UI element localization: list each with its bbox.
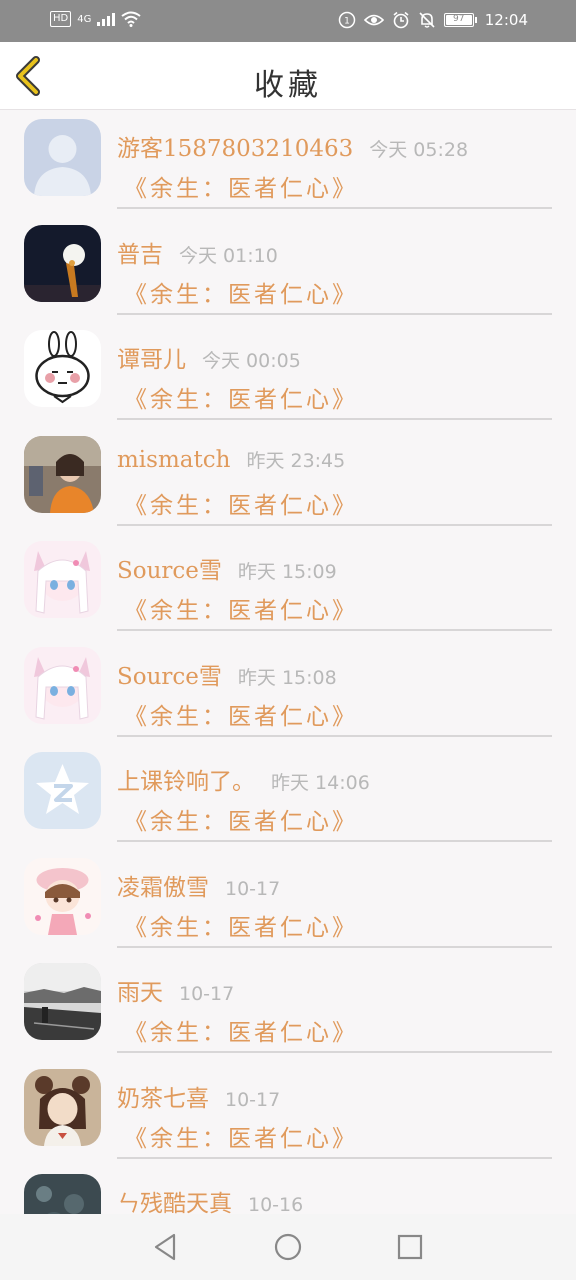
system-nav-bar bbox=[0, 1214, 576, 1280]
square-recent-icon bbox=[397, 1234, 423, 1260]
clock-time: 12:04 bbox=[484, 11, 528, 29]
nav-recent-button[interactable] bbox=[394, 1231, 426, 1263]
divider bbox=[117, 418, 552, 420]
list-item[interactable]: Source雪 昨天 15:08 《余生：医者仁心》 bbox=[0, 639, 576, 745]
timestamp: 昨天 15:09 bbox=[237, 561, 337, 583]
avatar[interactable] bbox=[24, 1068, 101, 1146]
header: 收藏 bbox=[0, 42, 576, 110]
divider bbox=[117, 1156, 552, 1159]
list-item[interactable]: 游客1587803210463 今天 05:28 《余生：医者仁心》 bbox=[0, 111, 576, 217]
status-bar: HD 4G 1 97 12:04 bbox=[0, 0, 576, 42]
nav-back-button[interactable] bbox=[150, 1231, 182, 1263]
avatar[interactable] bbox=[24, 330, 101, 407]
avatar[interactable] bbox=[24, 541, 101, 618]
battery-icon: 97 bbox=[443, 13, 477, 27]
user-name: Source雪 bbox=[117, 558, 222, 584]
timestamp: 昨天 14:06 bbox=[271, 772, 370, 794]
divider bbox=[117, 629, 552, 631]
book-title[interactable]: 《余生：医者仁心》 bbox=[124, 380, 358, 414]
timestamp: 10-17 bbox=[179, 983, 235, 1005]
list-item[interactable]: 上课铃响了。 昨天 14:06 《余生：医者仁心》 bbox=[0, 744, 576, 850]
triangle-back-icon bbox=[154, 1233, 176, 1261]
page-title: 收藏 bbox=[254, 68, 322, 103]
book-title[interactable]: 《余生：医者仁心》 bbox=[124, 1119, 358, 1153]
divider bbox=[117, 945, 552, 948]
status-right: 1 97 12:04 bbox=[338, 11, 528, 29]
book-title[interactable]: 《余生：医者仁心》 bbox=[124, 908, 358, 942]
nfc-icon: 1 bbox=[338, 11, 356, 29]
book-title[interactable]: 《余生：医者仁心》 bbox=[124, 1013, 358, 1047]
avatar[interactable] bbox=[24, 1174, 101, 1214]
circle-home-icon bbox=[274, 1233, 302, 1261]
network-type: 4G bbox=[77, 13, 92, 25]
divider bbox=[117, 1051, 552, 1053]
divider bbox=[117, 312, 552, 315]
list-item[interactable]: Source雪 昨天 15:09 《余生：医者仁心》 bbox=[0, 533, 576, 639]
battery-level: 97 bbox=[453, 14, 465, 24]
book-title[interactable]: 《余生：医者仁心》 bbox=[124, 169, 358, 203]
user-name: 普吉 bbox=[117, 241, 163, 268]
avatar[interactable] bbox=[24, 646, 101, 724]
timestamp: 昨天 23:45 bbox=[246, 449, 346, 472]
bell-off-icon bbox=[419, 12, 435, 28]
svg-text:1: 1 bbox=[344, 17, 350, 27]
avatar[interactable] bbox=[24, 119, 101, 196]
list-item[interactable]: 雨天 10-17 《余生：医者仁心》 bbox=[0, 955, 576, 1061]
book-title[interactable]: 《余生：医者仁心》 bbox=[124, 275, 358, 309]
status-left: HD 4G bbox=[50, 11, 141, 27]
timestamp: 10-17 bbox=[225, 1088, 281, 1111]
favorites-list: 游客1587803210463 今天 05:28 《余生：医者仁心》 普吉 今天… bbox=[0, 111, 576, 1214]
user-name: ㄣ残酷天真 bbox=[117, 1191, 232, 1214]
timestamp: 今天 01:10 bbox=[179, 244, 278, 267]
timestamp: 10-16 bbox=[248, 1194, 304, 1214]
book-title[interactable]: 《余生：医者仁心》 bbox=[124, 486, 358, 520]
book-title[interactable]: 《余生：医者仁心》 bbox=[124, 802, 358, 836]
wifi-icon bbox=[121, 11, 141, 27]
signal-icon bbox=[97, 12, 116, 26]
avatar[interactable] bbox=[24, 857, 101, 935]
nav-home-button[interactable] bbox=[272, 1231, 304, 1263]
avatar[interactable] bbox=[24, 963, 101, 1040]
book-title[interactable]: 《余生：医者仁心》 bbox=[124, 697, 358, 731]
avatar[interactable] bbox=[24, 435, 101, 513]
divider bbox=[117, 840, 552, 842]
list-item[interactable]: 奶茶七喜 10-17 《余生：医者仁心》 bbox=[0, 1061, 576, 1167]
avatar[interactable] bbox=[24, 224, 101, 302]
hd-badge: HD bbox=[50, 11, 72, 27]
list-item[interactable]: 普吉 今天 01:10 《余生：医者仁心》 bbox=[0, 217, 576, 323]
user-name: 上课铃响了。 bbox=[117, 769, 255, 795]
user-name: 凌霜傲雪 bbox=[117, 874, 209, 901]
book-title[interactable]: 《余生：医者仁心》 bbox=[124, 591, 358, 625]
user-name: 谭哥儿 bbox=[117, 347, 186, 373]
avatar[interactable] bbox=[24, 752, 101, 829]
user-name: 雨天 bbox=[117, 980, 163, 1006]
user-name: mismatch bbox=[117, 446, 231, 473]
divider bbox=[117, 523, 552, 526]
user-name: Source雪 bbox=[117, 663, 222, 690]
eye-icon bbox=[363, 14, 384, 26]
list-item[interactable]: ㄣ残酷天真 10-16 bbox=[0, 1166, 576, 1214]
user-name: 奶茶七喜 bbox=[117, 1085, 209, 1112]
list-item[interactable]: mismatch 昨天 23:45 《余生：医者仁心》 bbox=[0, 428, 576, 534]
user-name: 游客1587803210463 bbox=[117, 136, 354, 162]
list-item[interactable]: 谭哥儿 今天 00:05 《余生：医者仁心》 bbox=[0, 322, 576, 428]
timestamp: 10-17 bbox=[225, 877, 281, 900]
divider bbox=[117, 207, 552, 209]
timestamp: 今天 05:28 bbox=[369, 139, 469, 161]
list-item[interactable]: 凌霜傲雪 10-17 《余生：医者仁心》 bbox=[0, 850, 576, 956]
timestamp: 昨天 15:08 bbox=[237, 666, 337, 689]
timestamp: 今天 00:05 bbox=[202, 350, 301, 372]
divider bbox=[117, 734, 552, 737]
alarm-icon bbox=[393, 11, 409, 29]
